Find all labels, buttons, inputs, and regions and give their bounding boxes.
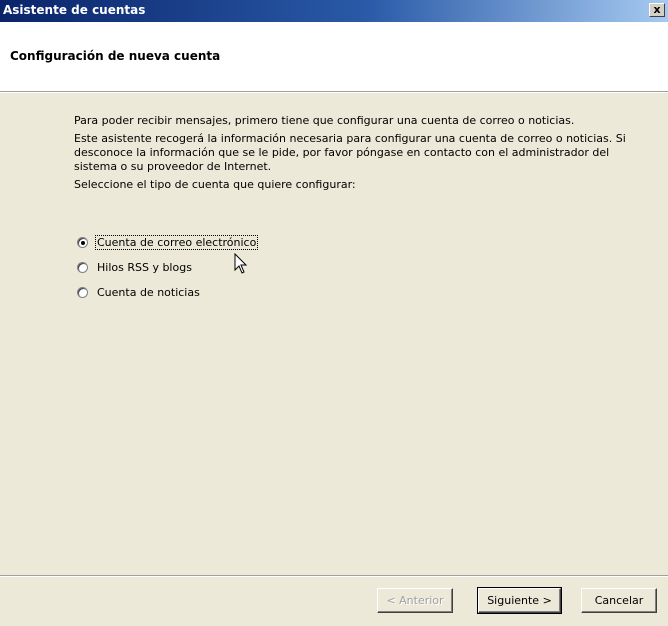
- radio-label-rss[interactable]: Hilos RSS y blogs: [95, 260, 194, 275]
- back-button[interactable]: < Anterior: [377, 588, 453, 613]
- footer-divider-highlight: [0, 576, 668, 577]
- wizard-header: Configuración de nueva cuenta: [0, 22, 668, 92]
- cancel-button[interactable]: Cancelar: [581, 588, 657, 613]
- radio-rss[interactable]: [77, 261, 88, 273]
- close-button[interactable]: x: [649, 3, 665, 17]
- description-text: Este asistente recogerá la información n…: [74, 132, 626, 173]
- account-type-group: Cuenta de correo electrónico Hilos RSS y…: [77, 233, 259, 308]
- mouse-pointer-icon: [234, 253, 248, 274]
- radio-news[interactable]: [77, 286, 88, 298]
- radio-option-news[interactable]: Cuenta de noticias: [77, 283, 258, 301]
- close-icon: x: [653, 3, 661, 16]
- title-bar: Asistente de cuentas x: [0, 0, 668, 22]
- next-button[interactable]: Siguiente >: [477, 587, 562, 614]
- radio-label-news[interactable]: Cuenta de noticias: [95, 285, 202, 300]
- radio-label-email[interactable]: Cuenta de correo electrónico: [95, 234, 259, 250]
- page-title: Configuración de nueva cuenta: [10, 49, 221, 63]
- prompt-text: Seleccione el tipo de cuenta que quiere …: [74, 178, 356, 191]
- radio-email[interactable]: [77, 236, 88, 248]
- radio-option-rss[interactable]: Hilos RSS y blogs: [77, 258, 258, 276]
- header-divider-highlight: [0, 92, 668, 93]
- radio-option-email[interactable]: Cuenta de correo electrónico: [77, 233, 259, 251]
- window-title: Asistente de cuentas: [3, 3, 146, 17]
- intro-text: Para poder recibir mensajes, primero tie…: [74, 114, 575, 127]
- wizard-body: Para poder recibir mensajes, primero tie…: [74, 114, 654, 196]
